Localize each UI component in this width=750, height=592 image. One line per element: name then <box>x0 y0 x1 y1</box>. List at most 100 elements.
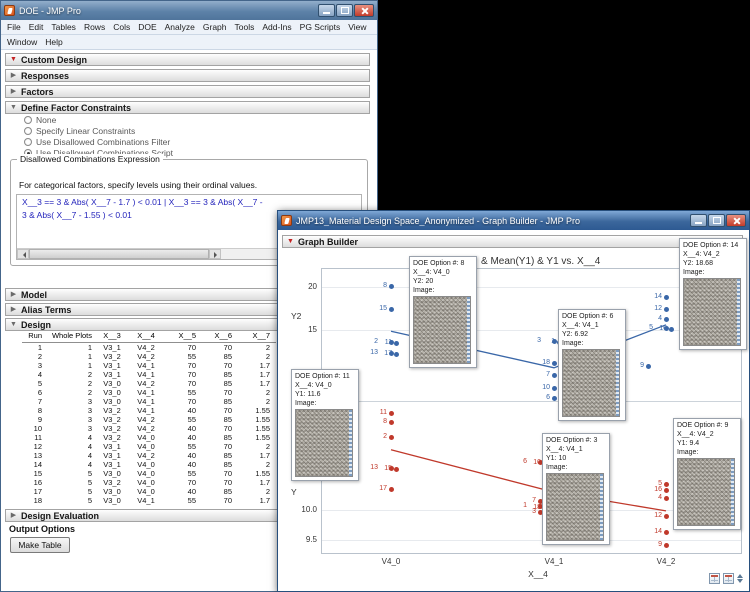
design-cell: 4 <box>48 460 98 469</box>
pinned-hover-label[interactable]: DOE Option #: 11X__4: V4_0Y1: 11.6Image: <box>291 369 359 481</box>
doe-titlebar[interactable]: DOE - JMP Pro <box>1 1 377 20</box>
x-tick-label-v4-2: V4_2 <box>646 557 686 566</box>
design-cell: 70 <box>166 478 202 487</box>
scroll-right-icon[interactable] <box>209 249 221 259</box>
design-cell: 70 <box>166 379 202 388</box>
radio-icon[interactable] <box>24 116 32 124</box>
outline-factors[interactable]: Factors <box>5 85 370 98</box>
menu-edit[interactable]: Edit <box>25 22 48 32</box>
design-cell: 70 <box>202 496 238 505</box>
design-cell: 2 <box>48 379 98 388</box>
datatable-shortcut-icon[interactable] <box>709 573 720 584</box>
design-cell: 2 <box>238 487 276 496</box>
x-axis-label: X__4 <box>518 569 558 579</box>
menu-pg-scripts[interactable]: PG Scripts <box>296 22 345 32</box>
collapsed-triangle-icon[interactable] <box>9 305 18 314</box>
pinned-hover-label[interactable]: DOE Option #: 8X__4: V4_0Y2: 20Image: <box>409 256 477 368</box>
menu-cols[interactable]: Cols <box>109 22 134 32</box>
collapsed-triangle-icon[interactable] <box>9 71 18 80</box>
design-cell: 14 <box>22 460 48 469</box>
code-line-1: X__3 == 3 & Abs( X__7 - 1.7 ) < 0.01 | X… <box>22 197 361 208</box>
design-cell: 70 <box>202 442 238 451</box>
data-point-y1-14[interactable] <box>664 530 669 535</box>
outline-responses[interactable]: Responses <box>5 69 370 82</box>
menu-add-ins[interactable]: Add-Ins <box>258 22 295 32</box>
menu-tools[interactable]: Tools <box>231 22 259 32</box>
data-point-y1-2[interactable] <box>389 435 394 440</box>
menu-view[interactable]: View <box>344 22 370 32</box>
menu-rows[interactable]: Rows <box>80 22 109 32</box>
expanded-triangle-icon[interactable] <box>9 320 18 329</box>
pinned-hover-label[interactable]: DOE Option #: 6X__4: V4_1Y2: 6.92Image: <box>558 309 626 421</box>
design-cell: 1 <box>48 361 98 370</box>
data-point-y1-9[interactable] <box>664 543 669 548</box>
material-texture-image <box>562 349 620 417</box>
design-cell: V3_0 <box>98 388 132 397</box>
chart-title: & Mean(Y1) & Y1 vs. X__4 <box>481 256 600 267</box>
make-table-button[interactable]: Make Table <box>10 537 70 553</box>
design-cell: V4_1 <box>132 370 166 379</box>
data-point-y2-16[interactable] <box>669 327 674 332</box>
radio-option-use-disallowed-combinations-filter[interactable]: Use Disallowed Combinations Filter <box>24 136 170 147</box>
column-header-run: Run <box>22 331 48 343</box>
close-button[interactable] <box>354 4 374 17</box>
outline-custom-design[interactable]: Custom Design <box>5 53 370 66</box>
design-cell: 5 <box>48 478 98 487</box>
expanded-triangle-icon[interactable] <box>9 103 18 112</box>
design-cell: 3 <box>22 361 48 370</box>
outline-graph-builder[interactable]: Graph Builder <box>282 235 743 248</box>
data-point-label: 12 <box>636 512 662 520</box>
menu-window[interactable]: Window <box>3 37 41 47</box>
pinned-hover-label[interactable]: DOE Option #: 14X__4: V4_2Y2: 18.68Image… <box>679 238 747 350</box>
y-tick-label: 20 <box>287 282 317 291</box>
data-point-y2-8[interactable] <box>389 284 394 289</box>
design-cell: 1 <box>48 352 98 361</box>
updown-arrows-icon[interactable] <box>737 571 743 586</box>
design-cell: 15 <box>22 469 48 478</box>
design-cell: 40 <box>166 460 202 469</box>
red-triangle-menu-icon[interactable] <box>9 55 18 64</box>
collapsed-triangle-icon[interactable] <box>9 290 18 299</box>
design-cell: 40 <box>166 406 202 415</box>
design-cell: 6 <box>22 388 48 397</box>
pinned-hover-label[interactable]: DOE Option #: 3X__4: V4_1Y1: 10Image: <box>542 433 610 545</box>
outline-define-factor-constraints[interactable]: Define Factor Constraints <box>5 101 370 114</box>
data-point-y1-5[interactable] <box>664 482 669 487</box>
design-cell: V3_0 <box>98 487 132 496</box>
design-cell: V4_2 <box>132 424 166 433</box>
data-point-y2-11[interactable] <box>394 341 399 346</box>
menu-doe[interactable]: DOE <box>134 22 160 32</box>
radio-icon[interactable] <box>24 138 32 146</box>
maximize-button[interactable] <box>336 4 353 17</box>
radio-option-none[interactable]: None <box>24 114 56 125</box>
collapsed-triangle-icon[interactable] <box>9 511 18 520</box>
data-point-y2-18[interactable] <box>552 361 557 366</box>
design-cell: 2 <box>22 352 48 361</box>
design-cell: 5 <box>22 379 48 388</box>
menu-tables[interactable]: Tables <box>47 22 80 32</box>
menu-analyze[interactable]: Analyze <box>161 22 199 32</box>
collapsed-triangle-icon[interactable] <box>9 87 18 96</box>
data-point-y2-4[interactable] <box>664 317 669 322</box>
menu-file[interactable]: File <box>3 22 25 32</box>
datatable-shortcut-icon-2[interactable] <box>723 573 734 584</box>
scrollbar-thumb[interactable] <box>29 249 209 259</box>
design-cell: 70 <box>166 343 202 353</box>
data-point-y1-8[interactable] <box>389 420 394 425</box>
data-point-y2-10[interactable] <box>552 386 557 391</box>
design-cell: V4_0 <box>132 478 166 487</box>
data-point-y1-11[interactable] <box>389 411 394 416</box>
menu-graph[interactable]: Graph <box>199 22 231 32</box>
design-cell: 70 <box>202 424 238 433</box>
scroll-left-icon[interactable] <box>17 249 29 259</box>
minimize-button[interactable] <box>318 4 335 17</box>
radio-icon[interactable] <box>24 127 32 135</box>
data-point-label: 18 <box>524 359 550 367</box>
design-cell: 70 <box>166 361 202 370</box>
red-triangle-menu-icon[interactable] <box>286 237 295 246</box>
data-point-y2-6[interactable] <box>552 396 557 401</box>
menu-help[interactable]: Help <box>41 37 66 47</box>
pinned-hover-label[interactable]: DOE Option #: 9X__4: V4_2Y1: 9.4Image: <box>673 418 741 530</box>
radio-option-specify-linear-constraints[interactable]: Specify Linear Constraints <box>24 125 135 136</box>
design-cell: 1.7 <box>238 478 276 487</box>
